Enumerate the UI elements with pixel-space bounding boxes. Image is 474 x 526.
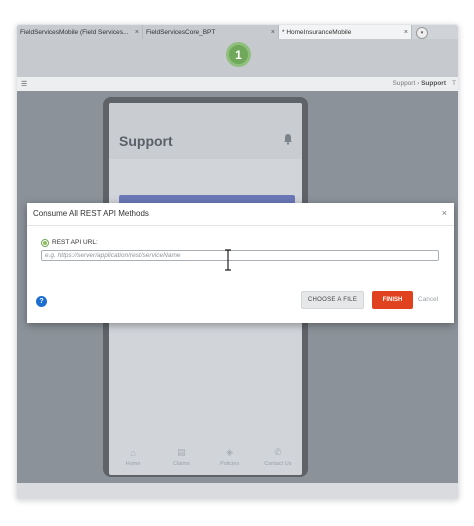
bell-icon	[284, 134, 292, 145]
tab-field-services-core[interactable]: FieldServicesCore_BPT ×	[143, 25, 279, 39]
rest-api-url-input[interactable]	[41, 250, 439, 261]
nav-label: Contact Us	[264, 461, 292, 467]
screen-title: Support	[119, 133, 173, 149]
close-icon[interactable]: ×	[135, 29, 139, 36]
screen-header: Support	[109, 103, 302, 159]
dialog-title: Consume All REST API Methods	[33, 209, 149, 218]
shield-icon: ◈	[226, 447, 234, 457]
step-badge: 1	[226, 42, 251, 67]
tab-home-insurance-mobile[interactable]: * HomeInsuranceMobile ×	[279, 25, 412, 39]
close-icon[interactable]: ×	[442, 208, 447, 218]
consume-rest-api-dialog: Consume All REST API Methods × REST API …	[27, 203, 454, 323]
phone-icon: ✆	[274, 447, 282, 457]
close-icon[interactable]: ×	[271, 29, 275, 36]
breadcrumb-separator: ›	[417, 80, 420, 87]
tab-field-services-mobile[interactable]: FieldServicesMobile (Field Services... ×	[17, 25, 143, 39]
tab-bar: FieldServicesMobile (Field Services... ×…	[17, 25, 458, 39]
tab-dropdown-icon[interactable]: ▾	[416, 27, 428, 39]
breadcrumb: Support › Support	[393, 80, 447, 87]
breadcrumb-current: Support	[421, 80, 446, 87]
tab-label: FieldServicesMobile (Field Services...	[20, 28, 129, 36]
tab-label: * HomeInsuranceMobile	[282, 28, 352, 36]
help-icon[interactable]: ?	[36, 296, 47, 307]
breadcrumb-bar: ☰ Support › Support T	[17, 77, 458, 92]
choose-file-button[interactable]: CHOOSE A FILE	[301, 291, 364, 309]
rest-api-url-radio[interactable]	[41, 239, 49, 247]
finish-button[interactable]: FINISH	[372, 291, 413, 309]
home-icon: ⌂	[130, 447, 136, 458]
nav-item-contact-us[interactable]: ✆ Contact Us	[254, 439, 302, 475]
nav-item-policies[interactable]: ◈ Policies	[206, 439, 254, 475]
app-window: FieldServicesMobile (Field Services... ×…	[16, 24, 459, 500]
breadcrumb-edge: T	[452, 80, 456, 87]
nav-item-home[interactable]: ⌂ Home	[109, 439, 157, 475]
close-icon[interactable]: ×	[404, 29, 408, 36]
bottom-nav: ⌂ Home ▤ Claims ◈ Policies ✆ Contact Us	[109, 439, 302, 475]
nav-label: Claims	[172, 461, 190, 467]
breadcrumb-parent[interactable]: Support	[393, 80, 416, 87]
tab-label: FieldServicesCore_BPT	[146, 28, 216, 36]
rest-api-url-label: REST API URL:	[52, 239, 98, 246]
step-area: 1	[17, 39, 458, 77]
nav-label: Home	[125, 460, 141, 467]
menu-icon[interactable]: ☰	[21, 80, 27, 88]
dialog-header: Consume All REST API Methods ×	[27, 203, 454, 226]
document-icon: ▤	[177, 447, 186, 457]
bottom-strip	[17, 483, 458, 499]
nav-label: Policies	[220, 461, 240, 467]
nav-item-claims[interactable]: ▤ Claims	[157, 439, 205, 475]
text-cursor-icon	[225, 249, 231, 271]
cancel-button[interactable]: Cancel	[418, 296, 438, 303]
